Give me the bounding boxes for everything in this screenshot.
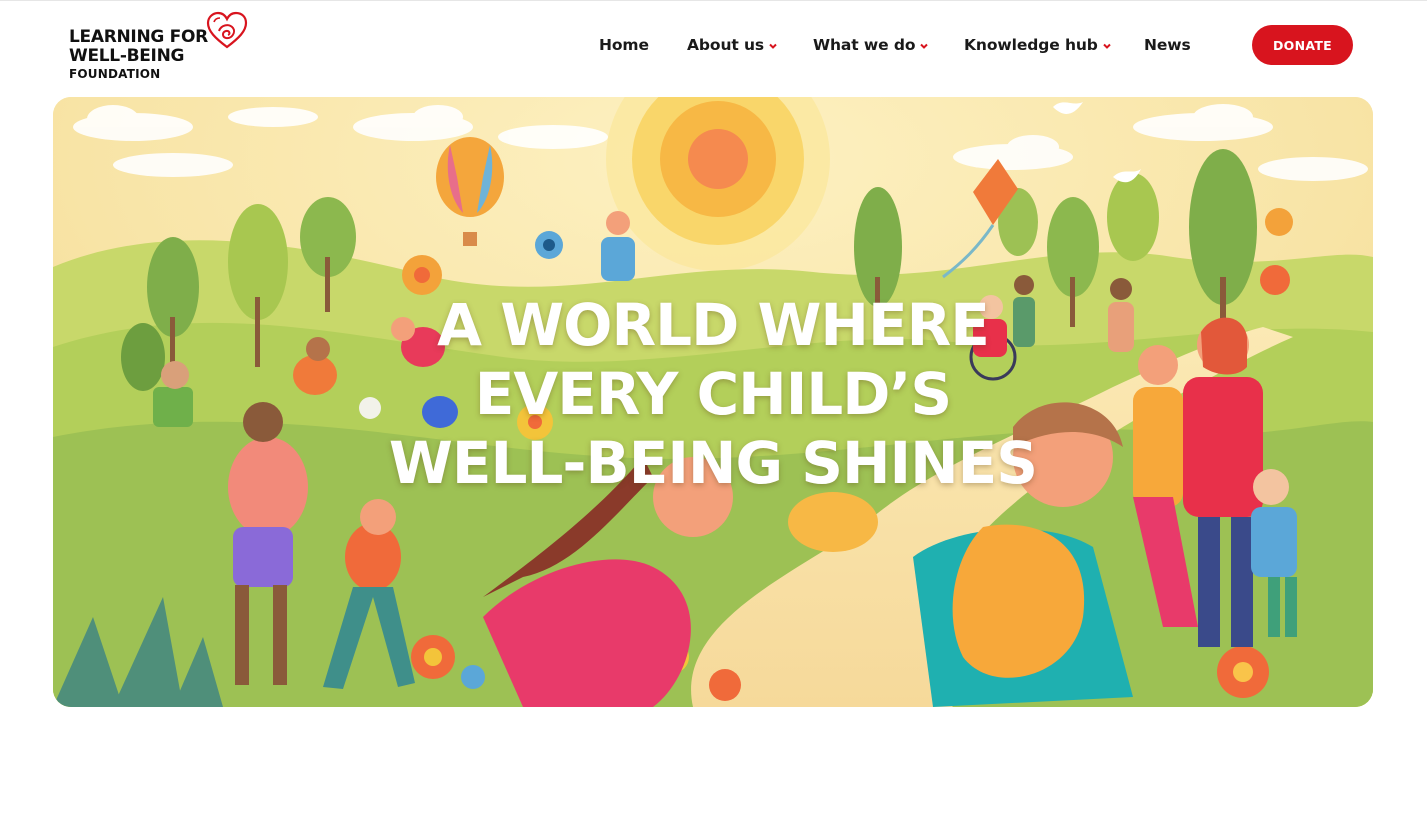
hero-banner: A WORLD WHERE EVERY CHILD’S WELL-BEING S…: [53, 97, 1373, 707]
nav-item-knowledge-hub[interactable]: Knowledge hub: [964, 34, 1112, 56]
nav-item-home[interactable]: Home: [599, 34, 649, 56]
nav-item-about-us[interactable]: About us: [687, 34, 778, 56]
nav-item-label: Knowledge hub: [964, 36, 1098, 54]
hero-title-line-2: EVERY CHILD’S: [474, 360, 952, 428]
chevron-down-icon: [1103, 43, 1111, 49]
chevron-down-icon: [920, 43, 929, 49]
hero-title-line-3: WELL-BEING SHINES: [388, 429, 1038, 497]
main-nav: Home About us What we do Knowledge hub N…: [0, 1, 1427, 89]
nav-item-label: News: [1144, 36, 1191, 54]
donate-button[interactable]: DONATE: [1252, 25, 1353, 65]
hero-title: A WORLD WHERE EVERY CHILD’S WELL-BEING S…: [53, 291, 1373, 498]
nav-item-news[interactable]: News: [1144, 34, 1191, 56]
hero-title-line-1: A WORLD WHERE: [437, 291, 990, 359]
nav-item-what-we-do[interactable]: What we do: [813, 34, 929, 56]
chevron-down-icon: [769, 43, 777, 49]
nav-item-label: About us: [687, 36, 765, 54]
nav-item-label: Home: [599, 36, 649, 54]
nav-item-label: What we do: [813, 36, 916, 54]
site-header: LEARNING FOR WELL-BEING FOUNDATION Home …: [0, 1, 1427, 93]
